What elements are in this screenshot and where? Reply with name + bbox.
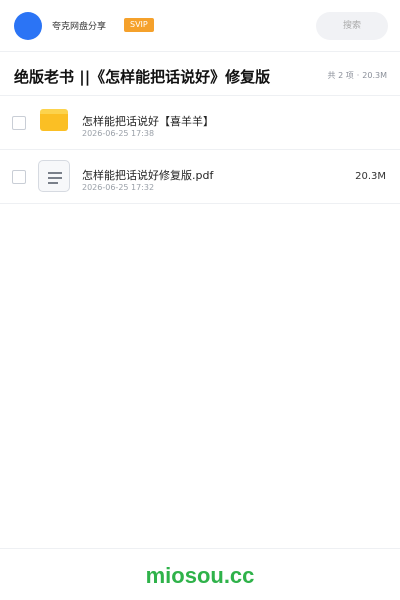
document-icon [38,160,70,192]
folder-summary: 共 2 项 · 20.3M [328,70,387,81]
top-bar: 夸克网盘分享 SVIP 搜索 [0,0,400,52]
select-checkbox[interactable] [12,116,26,130]
item-count: 共 2 项 [327,71,354,80]
footer: miosou.cc [0,548,400,600]
file-date: 2026-06-25 17:38 [82,129,155,138]
svip-badge: SVIP [124,18,154,32]
search-input[interactable]: 搜索 [316,12,388,40]
file-size: 20.3M [355,171,386,182]
select-checkbox[interactable] [12,170,26,184]
list-item[interactable]: 怎样能把话说好修复版.pdf 2026-06-25 17:32 20.3M [0,150,400,204]
file-name[interactable]: 怎样能把话说好【喜羊羊】 [82,113,214,129]
avatar[interactable] [14,12,42,40]
total-size: 20.3M [362,71,387,80]
watermark-logo: miosou.cc [145,563,255,588]
list-item[interactable]: 怎样能把话说好【喜羊羊】 2026-06-25 17:38 [0,96,400,150]
folder-icon [40,109,68,131]
share-page: 夸克网盘分享 SVIP 搜索 绝版老书 ||《怎样能把话说好》修复版 共 2 项… [0,0,400,600]
folder-header: 绝版老书 ||《怎样能把话说好》修复版 共 2 项 · 20.3M [0,56,400,96]
brand-name: 夸克网盘分享 [52,22,107,32]
file-name[interactable]: 怎样能把话说好修复版.pdf [82,167,213,183]
separator-dot: · [356,71,360,80]
page-title: 绝版老书 ||《怎样能把话说好》修复版 [14,68,271,86]
file-date: 2026-06-25 17:32 [82,183,155,192]
